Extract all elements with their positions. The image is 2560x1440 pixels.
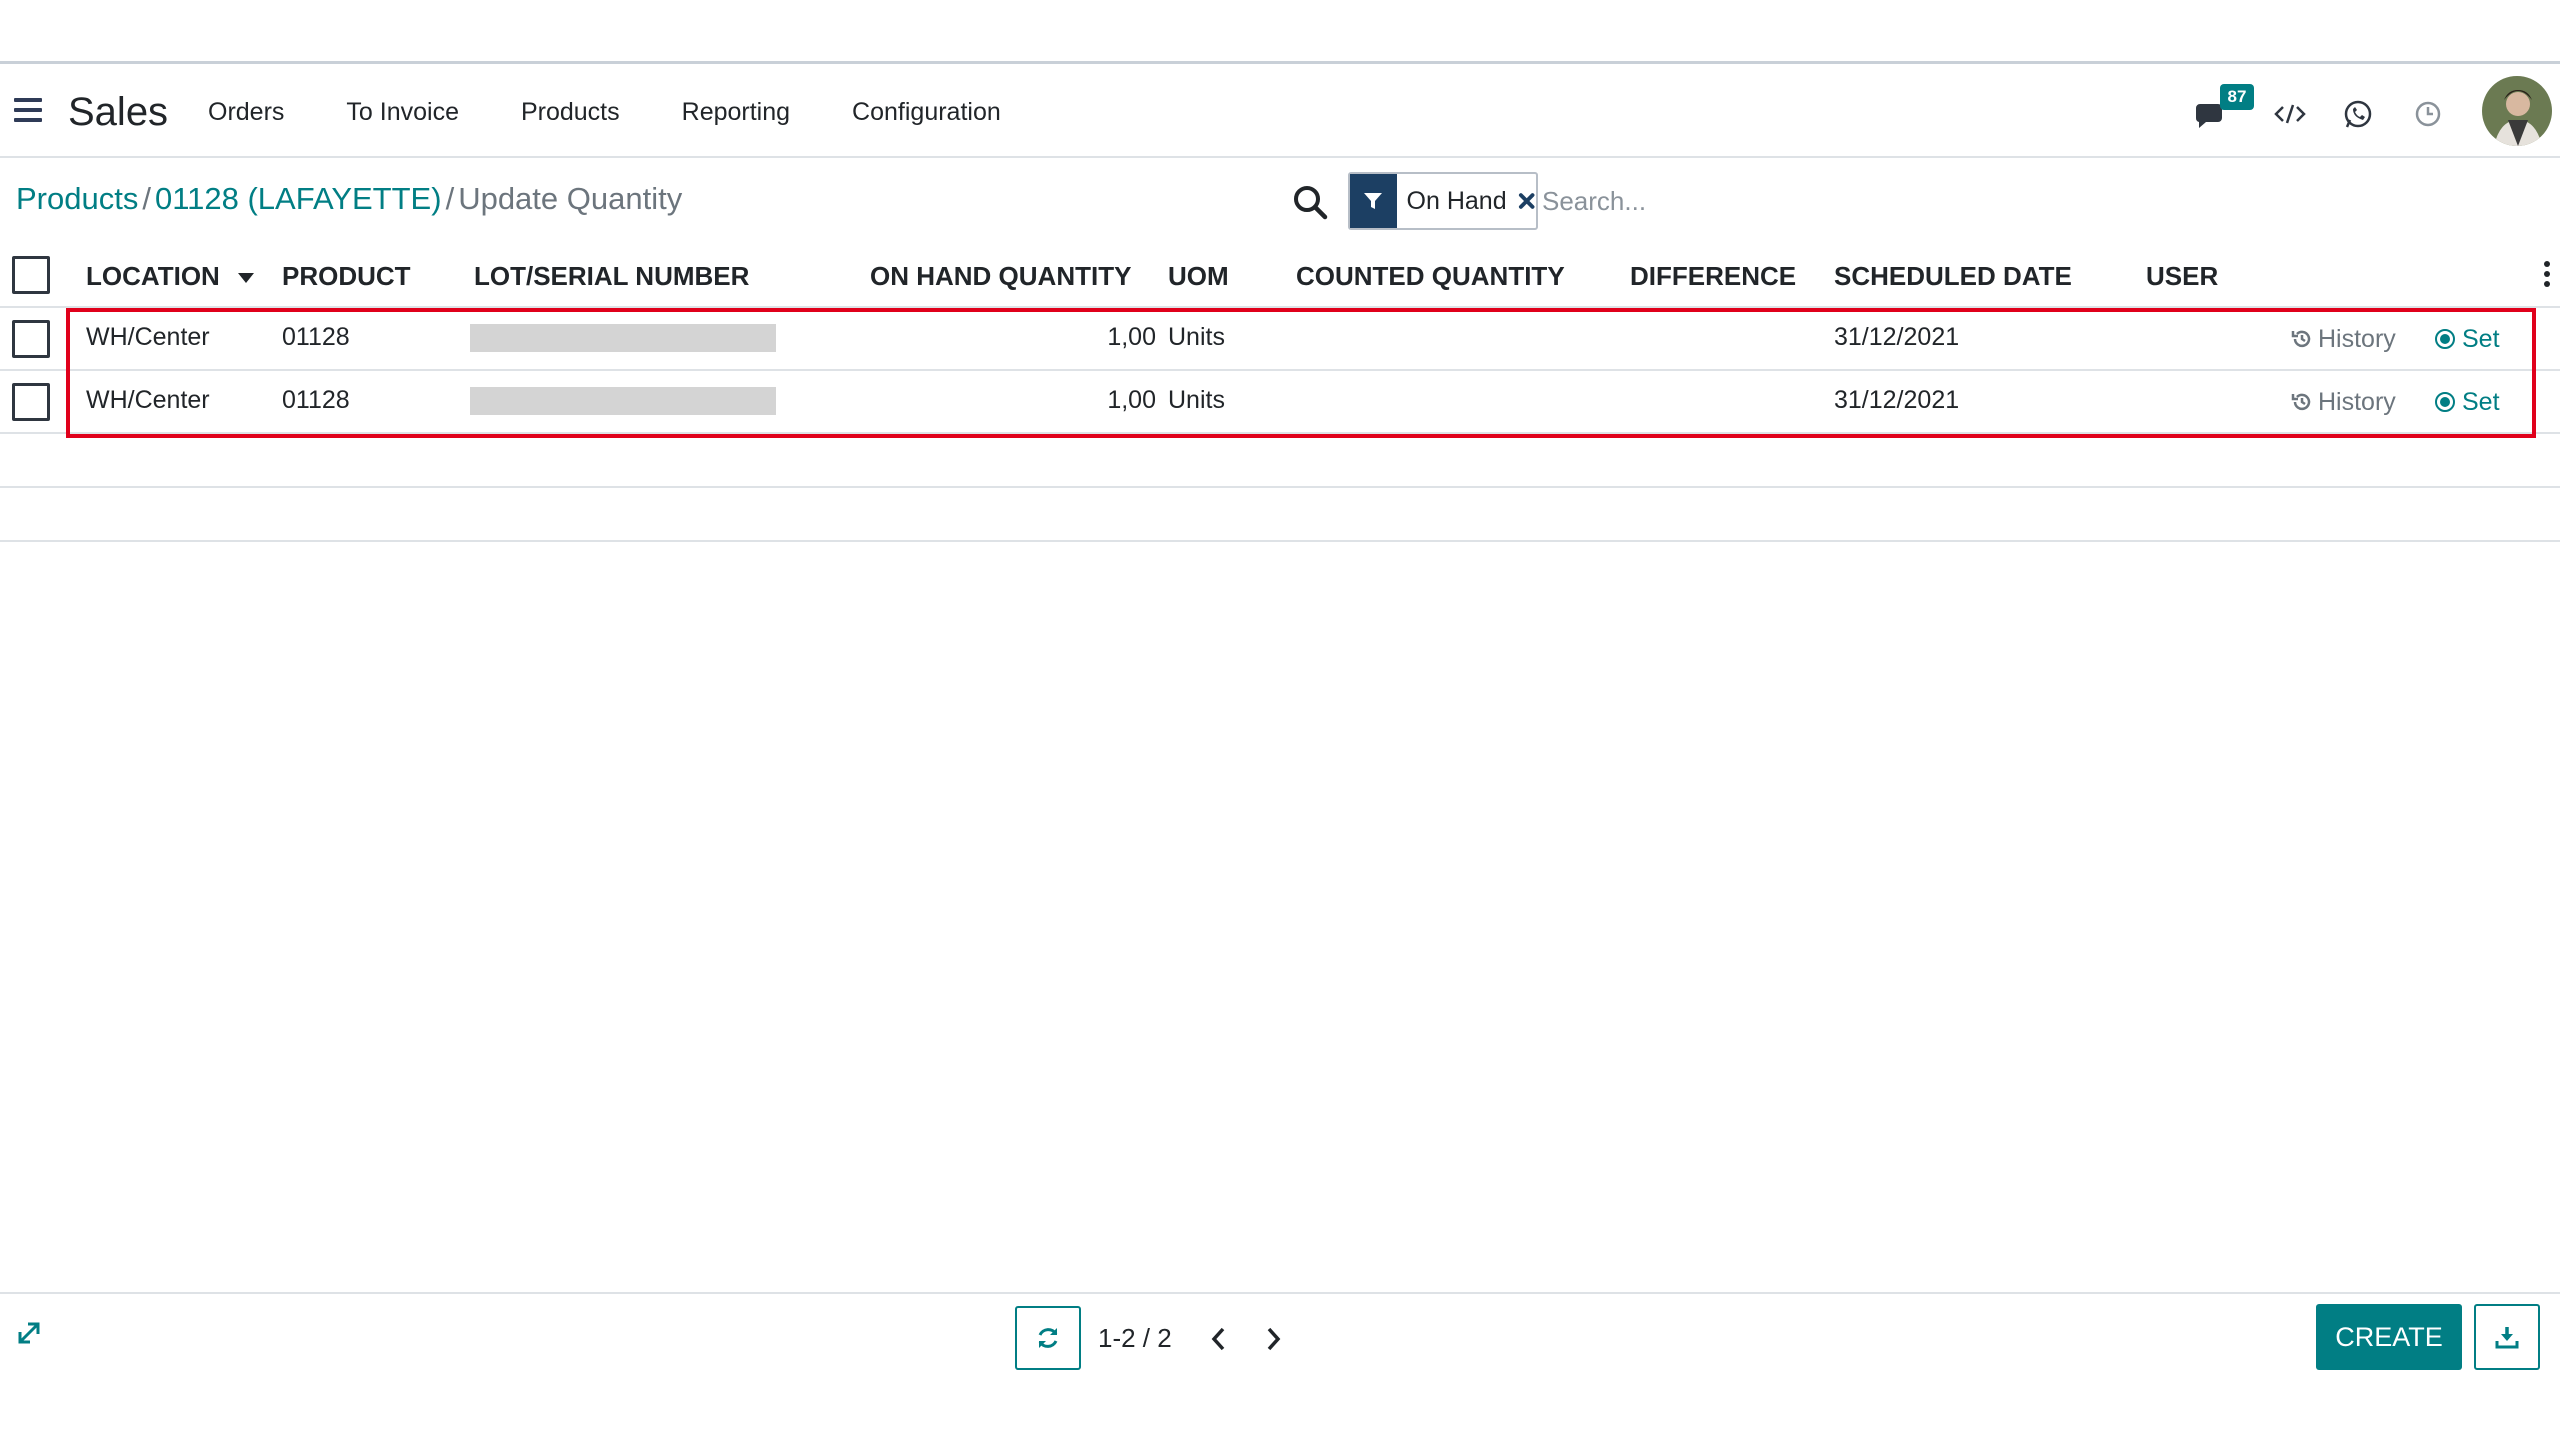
cell-scheduled-date: 31/12/2021 — [1834, 386, 1960, 414]
table-header: LOCATION PRODUCT LOT/SERIAL NUMBER ON HA… — [0, 244, 2560, 308]
history-icon — [2291, 393, 2311, 411]
column-on-hand[interactable]: ON HAND QUANTITY — [870, 244, 1131, 308]
breadcrumb: Products/01128 (LAFAYETTE) / Update Quanti… — [16, 176, 682, 222]
table-row[interactable]: WH/Center 01128 1,00 Units 31/12/2021 Hi… — [0, 308, 2560, 371]
cell-location: WH/Center — [86, 386, 210, 414]
cell-uom: Units — [1168, 386, 1225, 414]
cell-product: 01128 — [282, 323, 350, 351]
cell-on-hand: 1,00 — [1107, 323, 1156, 351]
column-counted[interactable]: COUNTED QUANTITY — [1296, 244, 1565, 308]
breadcrumb-separator: / — [142, 181, 151, 216]
cell-lot-redacted — [470, 387, 776, 415]
app-menu-icon[interactable] — [14, 98, 44, 126]
download-button[interactable] — [2474, 1304, 2540, 1370]
table-row[interactable]: WH/Center 01128 1,00 Units 31/12/2021 Hi… — [0, 371, 2560, 434]
breadcrumb-active: Update Quantity — [458, 181, 683, 216]
history-button[interactable]: History — [2290, 322, 2396, 356]
code-icon[interactable] — [2270, 94, 2310, 134]
search-facet[interactable]: On Hand — [1348, 172, 1538, 230]
expand-icon[interactable] — [14, 1318, 44, 1348]
cell-location: WH/Center — [86, 323, 210, 351]
menu-item-reporting[interactable]: Reporting — [682, 98, 790, 127]
menu-item-orders[interactable]: Orders — [208, 98, 284, 127]
reload-button[interactable] — [1015, 1306, 1081, 1370]
create-button[interactable]: CREATE — [2316, 1304, 2462, 1370]
cell-on-hand: 1,00 — [1107, 386, 1156, 414]
download-icon — [2495, 1327, 2519, 1349]
refresh-icon — [1038, 1328, 1058, 1348]
list-table: LOCATION PRODUCT LOT/SERIAL NUMBER ON HA… — [0, 244, 2560, 542]
column-difference[interactable]: DIFFERENCE — [1630, 244, 1796, 308]
select-all-checkbox[interactable] — [12, 256, 50, 294]
search-bar: On Hand — [1348, 172, 2560, 230]
breadcrumb-separator: / — [445, 181, 455, 216]
bullseye-icon — [2435, 329, 2455, 349]
menu-item-to-invoice[interactable]: To Invoice — [346, 98, 459, 127]
empty-row — [0, 434, 2560, 488]
footer-bar: 1-2 / 2 CREATE — [0, 1292, 2560, 1382]
breadcrumb-item-product[interactable]: 01128 (LAFAYETTE) — [155, 181, 442, 216]
column-user[interactable]: USER — [2146, 244, 2218, 308]
search-input[interactable] — [1542, 176, 2142, 226]
set-button[interactable]: Set — [2434, 322, 2500, 356]
optional-columns-icon[interactable] — [2540, 258, 2554, 290]
close-icon[interactable] — [1517, 191, 1536, 211]
facet-label: On Hand — [1406, 186, 1507, 215]
column-product[interactable]: PRODUCT — [282, 244, 411, 308]
breadcrumb-item-products[interactable]: Products — [16, 181, 138, 216]
history-icon — [2291, 330, 2311, 348]
filter-icon — [1350, 174, 1397, 228]
messages-badge: 87 — [2220, 84, 2254, 110]
row-checkbox[interactable] — [12, 320, 50, 358]
column-lot-serial[interactable]: LOT/SERIAL NUMBER — [474, 244, 749, 308]
cell-lot-redacted — [470, 324, 776, 352]
chevron-left-icon — [1211, 1327, 1225, 1351]
menu-item-products[interactable]: Products — [521, 98, 620, 127]
caret-down-icon — [238, 273, 255, 284]
browser-top-strip — [0, 0, 2560, 64]
cell-uom: Units — [1168, 323, 1225, 351]
pager-previous-button[interactable] — [1204, 1322, 1234, 1356]
whatsapp-icon[interactable] — [2338, 94, 2378, 134]
set-button[interactable]: Set — [2434, 385, 2500, 419]
user-avatar[interactable] — [2482, 76, 2552, 146]
column-uom[interactable]: UOM — [1168, 244, 1229, 308]
main-navbar: Sales Orders To Invoice Products Reporti… — [0, 66, 2560, 158]
app-name[interactable]: Sales — [68, 86, 168, 138]
top-menu: Orders To Invoice Products Reporting Con… — [190, 66, 1045, 158]
pager-next-button[interactable] — [1258, 1322, 1288, 1356]
column-scheduled-date[interactable]: SCHEDULED DATE — [1834, 244, 2072, 308]
row-checkbox[interactable] — [12, 383, 50, 421]
cell-product: 01128 — [282, 386, 350, 414]
empty-row — [0, 488, 2560, 542]
column-location[interactable]: LOCATION — [86, 244, 255, 308]
search-icon[interactable] — [1290, 182, 1330, 222]
menu-item-configuration[interactable]: Configuration — [852, 98, 1001, 127]
bullseye-icon — [2435, 392, 2455, 412]
clock-icon[interactable] — [2408, 94, 2448, 134]
pager-value[interactable]: 1-2 / 2 — [1098, 1316, 1172, 1360]
cell-scheduled-date: 31/12/2021 — [1834, 323, 1960, 351]
chevron-right-icon — [1267, 1327, 1281, 1351]
history-button[interactable]: History — [2290, 385, 2396, 419]
